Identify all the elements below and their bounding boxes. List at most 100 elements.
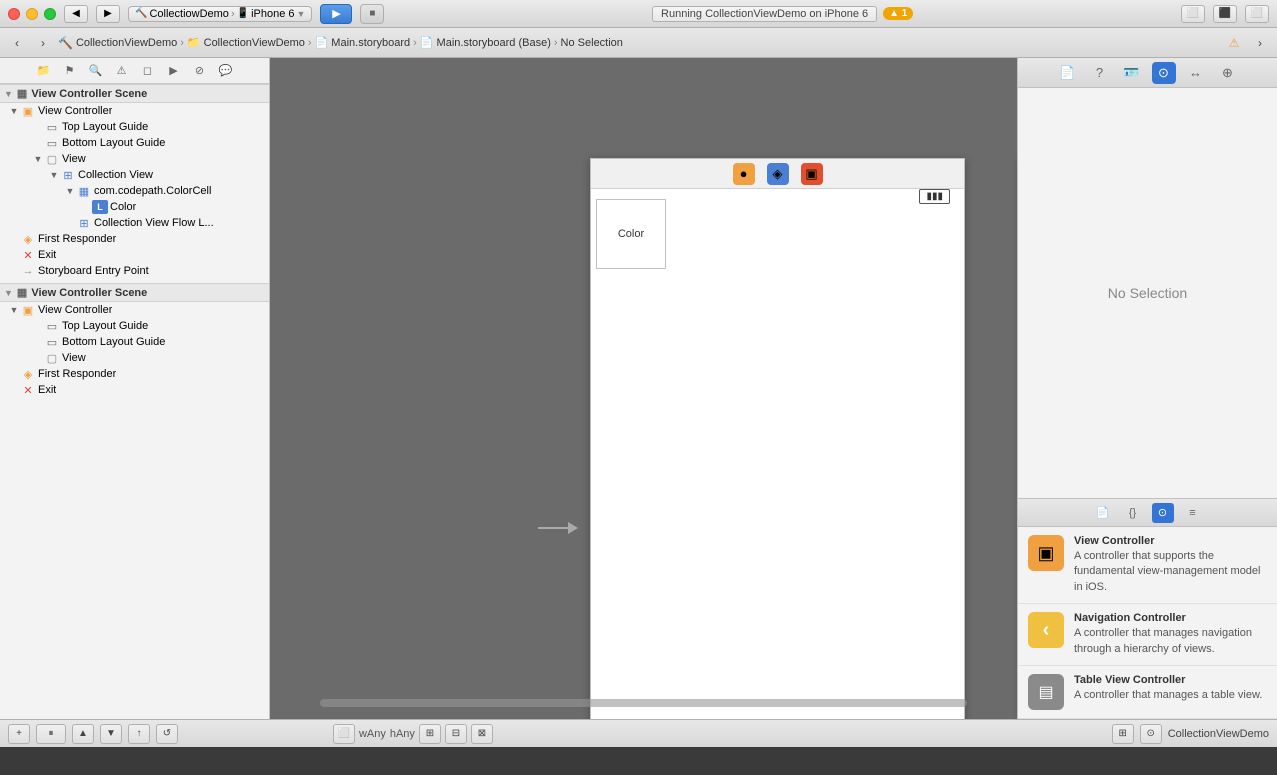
toggle-fr2: [8, 368, 20, 380]
toggle-right-panel[interactable]: ⬜: [1245, 5, 1269, 23]
tree-item-flow-layout[interactable]: ⊞ Collection View Flow L...: [0, 215, 269, 231]
tree-item-color-cell[interactable]: ▼ ▦ com.codepath.ColorCell: [0, 183, 269, 199]
warning-badge[interactable]: ▲ 1: [883, 7, 913, 20]
nav-tab-breakpoints[interactable]: ⊘: [189, 61, 211, 81]
stop-button[interactable]: ■: [360, 4, 384, 24]
tree-item-bottom-layout1[interactable]: ▭ Bottom Layout Guide: [0, 135, 269, 151]
breadcrumb-item-folder[interactable]: 📁 CollectionViewDemo: [187, 36, 305, 49]
canvas-scrollbar[interactable]: [320, 699, 967, 707]
exit2-icon: ✕: [20, 383, 36, 397]
tree-item-color-label[interactable]: L Color: [0, 199, 269, 215]
scene2-header[interactable]: ▼ ▦ View Controller Scene: [0, 283, 269, 302]
breadcrumb-item-project[interactable]: 🔨 CollectionViewDemo: [58, 36, 177, 50]
fullscreen-button[interactable]: [44, 8, 56, 20]
toggle-assistant[interactable]: ⬛: [1213, 5, 1237, 23]
toggle-entry: [8, 265, 20, 277]
run-button[interactable]: ▶: [320, 4, 352, 24]
canvas-layout-btn[interactable]: ⬜: [333, 724, 355, 744]
top-layout-icon2: ▭: [44, 319, 60, 333]
tree-item-top-layout1[interactable]: ▭ Top Layout Guide: [0, 119, 269, 135]
canvas-size-btn3[interactable]: ⊠: [471, 724, 493, 744]
toggle-cv: ▼: [48, 169, 60, 181]
nosel-label: No Selection: [561, 37, 623, 49]
no-selection-area: No Selection: [1018, 88, 1277, 498]
inspector-tab-file[interactable]: 📄: [1056, 62, 1080, 84]
flow-icon: ⊞: [76, 216, 92, 230]
nav-tab-project[interactable]: 📁: [33, 61, 55, 81]
sep3: ›: [413, 37, 417, 49]
toggle-color: [80, 201, 92, 213]
scene1-header[interactable]: ▼ ▦ View Controller Scene: [0, 84, 269, 103]
bottom-info-button[interactable]: ⏸: [36, 724, 66, 744]
iphone-frame[interactable]: ● ◈ ▣ ▮▮▮ Color: [590, 158, 965, 719]
lib-item-table[interactable]: ▤ Table View Controller A controller tha…: [1018, 666, 1277, 719]
tree-item-collection-view[interactable]: ▼ ⊞ Collection View: [0, 167, 269, 183]
tree-item-bottom-layout2[interactable]: ▭ Bottom Layout Guide: [0, 334, 269, 350]
bottom-nav-up[interactable]: ▲: [72, 724, 94, 744]
lib-item-nav-icon: ‹: [1028, 612, 1064, 648]
tree-item-first-responder1[interactable]: ◈ First Responder: [0, 231, 269, 247]
inspector-tab-connections[interactable]: ⊕: [1216, 62, 1240, 84]
bottom-git[interactable]: ↺: [156, 724, 178, 744]
canvas-size-btn2[interactable]: ⊟: [445, 724, 467, 744]
title-bar: ◀ ▶ 🔨 CollectiowDemo › 📱 iPhone 6 ▼ ▶ ■ …: [0, 0, 1277, 28]
toolbar-icon-3: ▣: [801, 163, 823, 185]
nav-tab-issues[interactable]: ⚠: [111, 61, 133, 81]
canvas-size-btn1[interactable]: ⊞: [419, 724, 441, 744]
nav-tab-symbols[interactable]: ⚑: [59, 61, 81, 81]
tree-item-entry-point[interactable]: → Storyboard Entry Point: [0, 263, 269, 279]
lib-tab-file-template[interactable]: 📄: [1092, 503, 1114, 523]
canvas-area[interactable]: ● ◈ ▣ ▮▮▮ Color View Controller: [270, 58, 1017, 719]
lib-tab-objects[interactable]: ⊙: [1152, 503, 1174, 523]
tree-item-first-responder2[interactable]: ◈ First Responder: [0, 366, 269, 382]
inspector-tab-size[interactable]: ↔: [1184, 62, 1208, 84]
nav-forward-button[interactable]: ▶: [96, 5, 120, 23]
toggle-left-panel[interactable]: ⬜: [1181, 5, 1205, 23]
forward-button[interactable]: ›: [32, 32, 54, 54]
close-button[interactable]: [8, 8, 20, 20]
nav-tab-debug[interactable]: ▶: [163, 61, 185, 81]
inspector-tab-attributes[interactable]: ⊙: [1152, 62, 1176, 84]
scheme-selector[interactable]: 🔨 CollectiowDemo › 📱 iPhone 6 ▼: [128, 6, 312, 22]
nav-back-button[interactable]: ◀: [64, 5, 88, 23]
back-button[interactable]: ‹: [6, 32, 28, 54]
lib-item-vc[interactable]: ▣ View Controller A controller that supp…: [1018, 527, 1277, 604]
nav-tab-log[interactable]: 💬: [215, 61, 237, 81]
lib-tab-media[interactable]: ≡: [1182, 503, 1204, 523]
right-panel: 📄 ? 🪪 ⊙ ↔ ⊕ No Selection 📄 {} ⊙ ≡ ▣ View…: [1017, 58, 1277, 719]
lib-item-nav[interactable]: ‹ Navigation Controller A controller tha…: [1018, 604, 1277, 666]
tree-item-vc2[interactable]: ▼ ▣ View Controller: [0, 302, 269, 318]
breadcrumb: 🔨 CollectionViewDemo › 📁 CollectionViewD…: [58, 36, 1219, 50]
tree-item-top-layout2[interactable]: ▭ Top Layout Guide: [0, 318, 269, 334]
bottom-nav-down[interactable]: ▼: [100, 724, 122, 744]
lib-tab-code[interactable]: {}: [1122, 503, 1144, 523]
breadcrumb-item-storyboard2[interactable]: 📄 Main.storyboard (Base): [420, 36, 551, 49]
h-any-label: hAny: [390, 728, 415, 740]
breadcrumb-item-storyboard1[interactable]: 📄 Main.storyboard: [315, 36, 411, 49]
nav-tab-tests[interactable]: ◻: [137, 61, 159, 81]
bottom-zoom-btn[interactable]: ⊙: [1140, 724, 1162, 744]
toolbar-right-arrow[interactable]: ›: [1249, 32, 1271, 54]
tree-item-view2[interactable]: ▢ View: [0, 350, 269, 366]
vc2-icon: ▣: [20, 303, 36, 317]
bottom-share[interactable]: ↑: [128, 724, 150, 744]
inspector-tab-quick[interactable]: ?: [1088, 62, 1112, 84]
toolbar-icon-2: ◈: [767, 163, 789, 185]
inspector-tab-identity[interactable]: 🪪: [1120, 62, 1144, 84]
warning-button[interactable]: ⚠: [1223, 32, 1245, 54]
lib-item-table-icon: ▤: [1028, 674, 1064, 710]
tree-item-vc1[interactable]: ▼ ▣ View Controller: [0, 103, 269, 119]
tree-item-exit1[interactable]: ✕ Exit: [0, 247, 269, 263]
arrow-head: [568, 522, 578, 534]
bottom-grid-btn[interactable]: ⊞: [1112, 724, 1134, 744]
lib-item-vc-title: View Controller: [1074, 535, 1267, 547]
bottom-add-button[interactable]: +: [8, 724, 30, 744]
exit2-label: Exit: [38, 384, 56, 396]
tree-item-exit2[interactable]: ✕ Exit: [0, 382, 269, 398]
top-layout-label2: Top Layout Guide: [62, 320, 148, 332]
nav-tab-search[interactable]: 🔍: [85, 61, 107, 81]
minimize-button[interactable]: [26, 8, 38, 20]
entry-icon: →: [20, 264, 36, 278]
tree-item-view1[interactable]: ▼ ▢ View: [0, 151, 269, 167]
no-selection-text: No Selection: [1108, 285, 1187, 301]
